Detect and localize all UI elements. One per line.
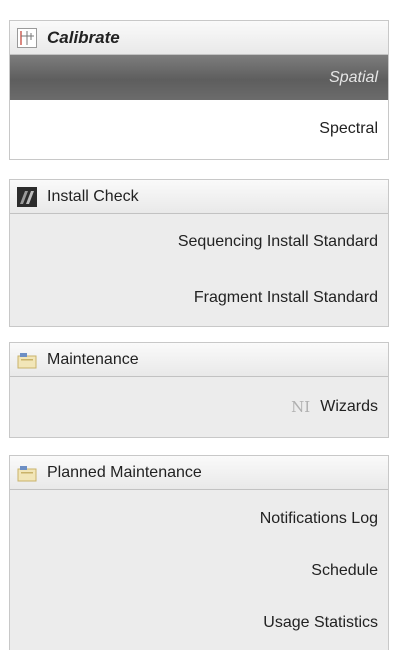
maintenance-header[interactable]: Maintenance (10, 343, 388, 377)
wizards-icon: ΝΙ (291, 398, 311, 416)
fragment-install-label: Fragment Install Standard (193, 289, 378, 306)
wizards-label: Wizards (320, 398, 378, 415)
schedule-label: Schedule (311, 562, 378, 579)
maintenance-icon (17, 350, 37, 370)
planned-maintenance-panel: Planned Maintenance Notifications Log Sc… (9, 455, 389, 650)
maintenance-title: Maintenance (47, 350, 139, 368)
install-check-item-sequencing[interactable]: Sequencing Install Standard (10, 214, 388, 270)
planned-maintenance-header[interactable]: Planned Maintenance (10, 456, 388, 490)
planned-maintenance-item-schedule[interactable]: Schedule (10, 547, 388, 595)
spectral-label: Spectral (319, 120, 378, 137)
maintenance-item-wizards[interactable]: ΝΙ Wizards (10, 377, 388, 437)
calibrate-icon (17, 27, 37, 48)
calibrate-header[interactable]: Calibrate (10, 21, 388, 55)
install-check-panel: Install Check Sequencing Install Standar… (9, 179, 389, 327)
planned-maintenance-icon (17, 463, 37, 483)
planned-maintenance-title: Planned Maintenance (47, 463, 202, 481)
calibrate-item-spatial[interactable]: Spatial (10, 55, 388, 100)
notifications-log-label: Notifications Log (259, 509, 378, 527)
spatial-label: Spatial (329, 68, 378, 86)
install-check-header[interactable]: Install Check (10, 180, 388, 214)
calibrate-panel: Calibrate Spatial Spectral (9, 20, 389, 160)
install-check-item-fragment[interactable]: Fragment Install Standard (10, 270, 388, 326)
calibrate-title: Calibrate (47, 27, 120, 47)
install-check-icon (17, 186, 37, 207)
sequencing-install-label: Sequencing Install Standard (177, 233, 378, 250)
planned-maintenance-item-usage-statistics[interactable]: Usage Statistics (10, 595, 388, 651)
planned-maintenance-item-notifications-log[interactable]: Notifications Log (10, 490, 388, 547)
maintenance-panel: Maintenance ΝΙ Wizards (9, 342, 389, 438)
usage-statistics-label: Usage Statistics (263, 614, 378, 631)
calibrate-item-spectral[interactable]: Spectral (10, 100, 388, 158)
install-check-title: Install Check (47, 187, 139, 205)
